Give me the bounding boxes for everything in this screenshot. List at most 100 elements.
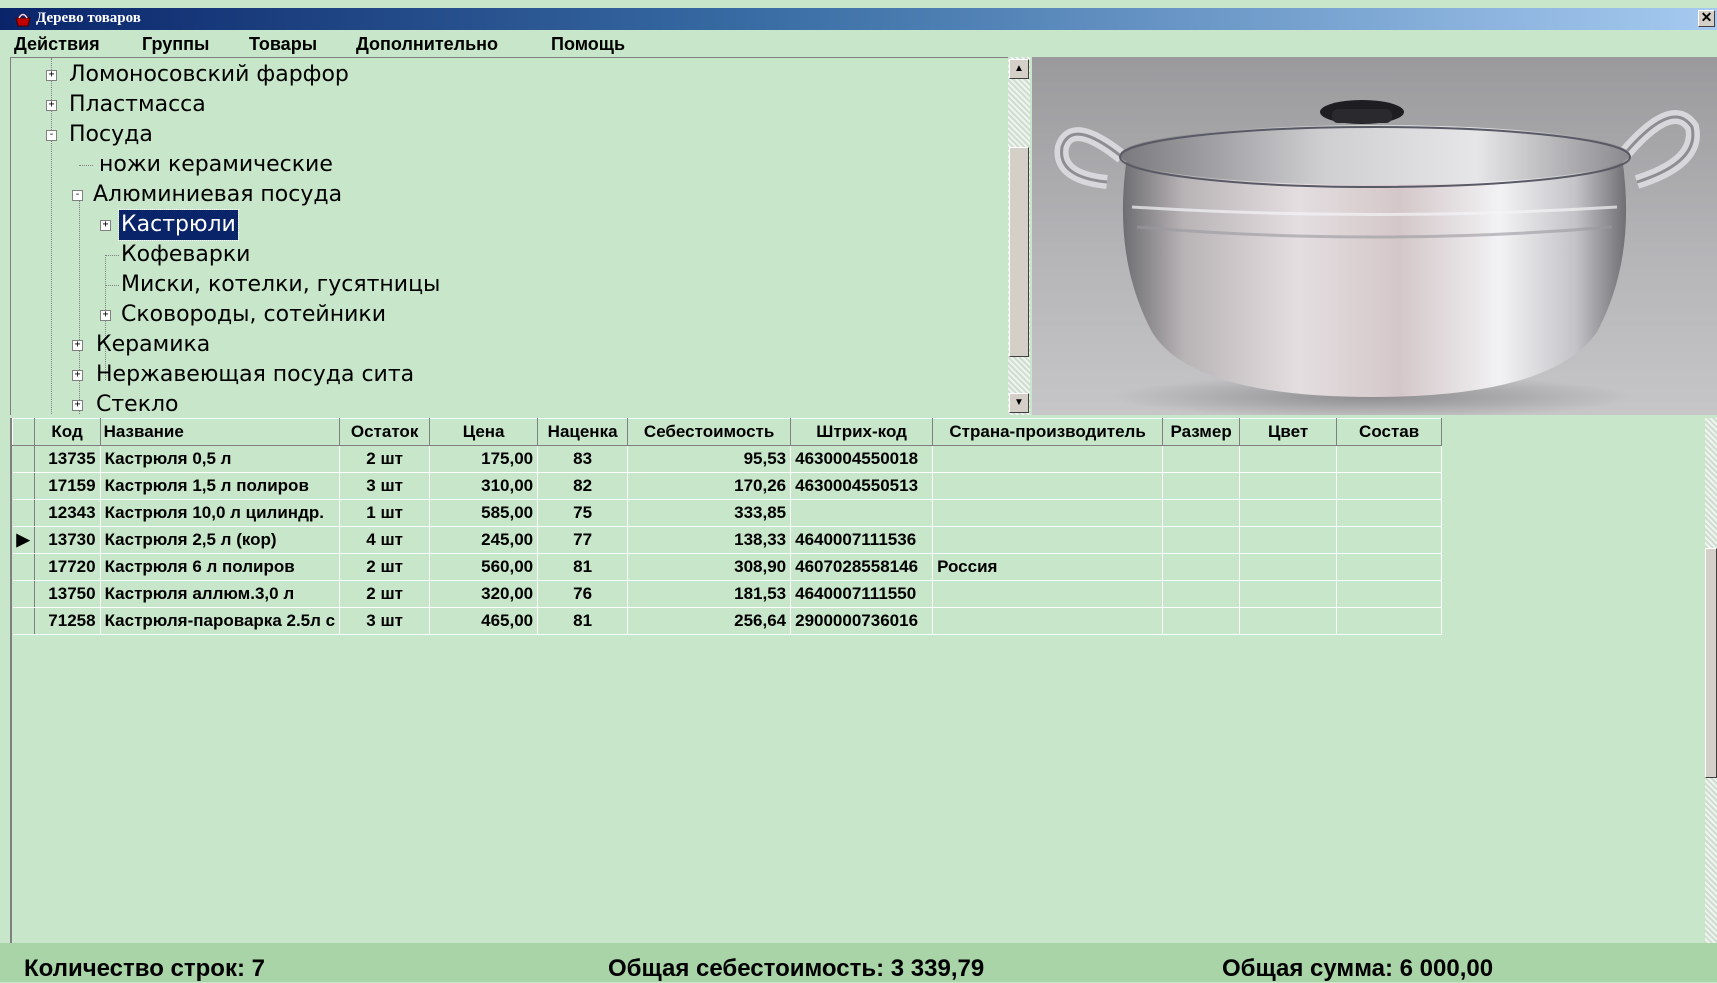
cell-code[interactable]: 17720: [34, 553, 101, 581]
cell-price[interactable]: 175,00: [429, 445, 539, 473]
cell-composition[interactable]: [1336, 553, 1443, 581]
row-indicator[interactable]: [12, 607, 35, 635]
close-button[interactable]: ✕: [1698, 10, 1715, 27]
cell-country[interactable]: [932, 580, 1164, 608]
cell-cost[interactable]: 256,64: [627, 607, 792, 635]
cell-barcode[interactable]: 4607028558146: [790, 553, 934, 581]
menu-additional[interactable]: Дополнительно: [356, 34, 498, 55]
cell-name[interactable]: Кастрюля 2,5 л (кор): [100, 526, 341, 554]
cell-barcode[interactable]: [790, 499, 934, 527]
cell-country[interactable]: [932, 607, 1164, 635]
cell-color[interactable]: [1239, 499, 1338, 527]
cell-stock[interactable]: 3 шт: [339, 472, 431, 500]
tree-node-coffee-makers[interactable]: Кофеварки: [11, 240, 911, 270]
cell-size[interactable]: [1162, 526, 1241, 554]
table-row[interactable]: ▶ 13730 Кастрюля 2,5 л (кор) 4 шт 245,00 77 13…: [12, 526, 1443, 554]
cell-markup[interactable]: 77: [537, 526, 629, 554]
tree-node-tableware[interactable]: - Посуда: [11, 120, 911, 150]
collapse-minus-icon[interactable]: -: [46, 130, 57, 141]
cell-color[interactable]: [1239, 580, 1338, 608]
cell-size[interactable]: [1162, 445, 1241, 473]
cell-cost[interactable]: 170,26: [627, 472, 792, 500]
cell-stock[interactable]: 4 шт: [339, 526, 431, 554]
cell-price[interactable]: 245,00: [429, 526, 539, 554]
cell-name[interactable]: Кастрюля аллюм.3,0 л: [100, 580, 341, 608]
cell-price[interactable]: 465,00: [429, 607, 539, 635]
collapse-minus-icon[interactable]: -: [72, 190, 83, 201]
row-indicator[interactable]: [12, 553, 35, 581]
column-header-name[interactable]: Название: [99, 418, 341, 446]
column-header-country[interactable]: Страна-производитель: [932, 418, 1164, 446]
cell-stock[interactable]: 1 шт: [339, 499, 431, 527]
cell-size[interactable]: [1162, 499, 1241, 527]
cell-color[interactable]: [1239, 472, 1338, 500]
cell-color[interactable]: [1239, 445, 1338, 473]
cell-composition[interactable]: [1336, 499, 1443, 527]
column-header-size[interactable]: Размер: [1162, 418, 1241, 446]
cell-code[interactable]: 12343: [34, 499, 101, 527]
scroll-down-arrow-icon[interactable]: ▼: [1009, 393, 1029, 413]
cell-cost[interactable]: 308,90: [627, 553, 792, 581]
cell-country[interactable]: [932, 526, 1164, 554]
column-header-markup[interactable]: Наценка: [537, 418, 629, 446]
cell-country[interactable]: [932, 472, 1164, 500]
cell-composition[interactable]: [1336, 607, 1443, 635]
cell-barcode[interactable]: 4640007111536: [790, 526, 934, 554]
products-grid[interactable]: Код Название Остаток Цена Наценка Себест…: [10, 418, 1705, 943]
column-header-stock[interactable]: Остаток: [339, 418, 431, 446]
tree-node-lomonosov[interactable]: + Ломоносовский фарфор: [11, 60, 911, 90]
cell-size[interactable]: [1162, 472, 1241, 500]
scroll-thumb[interactable]: [1009, 147, 1029, 357]
tree-node-frying-pans[interactable]: + Сковороды, сотейники: [11, 300, 911, 330]
cell-barcode[interactable]: 2900000736016: [790, 607, 934, 635]
cell-stock[interactable]: 2 шт: [339, 445, 431, 473]
table-row[interactable]: 71258 Кастрюля-пароварка 2.5л с3 шт 465,00…: [12, 607, 1443, 635]
tree-node-stainless[interactable]: + Нержавеющая посуда сита: [11, 360, 911, 390]
cell-color[interactable]: [1239, 607, 1338, 635]
menu-actions[interactable]: Действия: [14, 34, 100, 55]
cell-country[interactable]: Россия: [932, 553, 1164, 581]
cell-name[interactable]: Кастрюля 10,0 л цилиндр.: [100, 499, 341, 527]
column-header-composition[interactable]: Состав: [1336, 418, 1443, 446]
cell-code[interactable]: 13750: [34, 580, 101, 608]
cell-price[interactable]: 310,00: [429, 472, 539, 500]
tree-node-ceramics[interactable]: + Керамика: [11, 330, 911, 360]
expand-plus-icon[interactable]: +: [72, 400, 83, 411]
expand-plus-icon[interactable]: +: [46, 70, 57, 81]
cell-code[interactable]: 13735: [34, 445, 101, 473]
row-indicator[interactable]: [12, 580, 35, 608]
scroll-thumb[interactable]: [1705, 548, 1717, 778]
cell-markup[interactable]: 83: [537, 445, 629, 473]
table-row[interactable]: 12343 Кастрюля 10,0 л цилиндр. 1 шт 585,00 7…: [12, 499, 1443, 527]
row-indicator[interactable]: ▶: [12, 526, 35, 554]
cell-composition[interactable]: [1336, 526, 1443, 554]
cell-markup[interactable]: 75: [537, 499, 629, 527]
cell-name[interactable]: Кастрюля 0,5 л: [100, 445, 341, 473]
expand-plus-icon[interactable]: +: [72, 370, 83, 381]
cell-barcode[interactable]: 4640007111550: [790, 580, 934, 608]
row-indicator[interactable]: [12, 445, 35, 473]
tree-node-bowls[interactable]: Миски, котелки, гусятницы: [11, 270, 911, 300]
scroll-up-arrow-icon[interactable]: ▲: [1009, 59, 1029, 79]
cell-cost[interactable]: 138,33: [627, 526, 792, 554]
menu-groups[interactable]: Группы: [142, 34, 209, 55]
grid-scrollbar[interactable]: [1705, 418, 1717, 943]
column-header-code[interactable]: Код: [33, 418, 101, 446]
column-header-barcode[interactable]: Штрих-код: [790, 418, 934, 446]
expand-plus-icon[interactable]: +: [100, 220, 111, 231]
expand-plus-icon[interactable]: +: [100, 310, 111, 321]
cell-barcode[interactable]: 4630004550513: [790, 472, 934, 500]
cell-markup[interactable]: 81: [537, 553, 629, 581]
cell-cost[interactable]: 181,53: [627, 580, 792, 608]
cell-country[interactable]: [932, 445, 1164, 473]
cell-barcode[interactable]: 4630004550018: [790, 445, 934, 473]
cell-composition[interactable]: [1336, 580, 1443, 608]
column-header-price[interactable]: Цена: [429, 418, 539, 446]
row-indicator[interactable]: [12, 472, 35, 500]
cell-markup[interactable]: 81: [537, 607, 629, 635]
tree-node-glass[interactable]: + Стекло: [11, 390, 911, 415]
cell-country[interactable]: [932, 499, 1164, 527]
cell-color[interactable]: [1239, 526, 1338, 554]
cell-name[interactable]: Кастрюля 1,5 л полиров: [100, 472, 341, 500]
product-group-tree[interactable]: + Ломоносовский фарфор + Пластмасса - По…: [10, 57, 1010, 415]
